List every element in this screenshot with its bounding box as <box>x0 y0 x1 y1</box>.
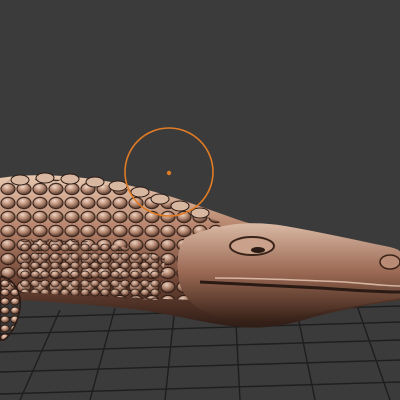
crocodile-model[interactable] <box>0 172 400 341</box>
crocodile-eye-ridge <box>229 236 275 256</box>
3d-viewport[interactable] <box>0 0 400 400</box>
crocodile-snout-tip <box>379 254 400 270</box>
crocodile-eye <box>251 247 265 253</box>
viewport-canvas[interactable] <box>0 0 400 400</box>
